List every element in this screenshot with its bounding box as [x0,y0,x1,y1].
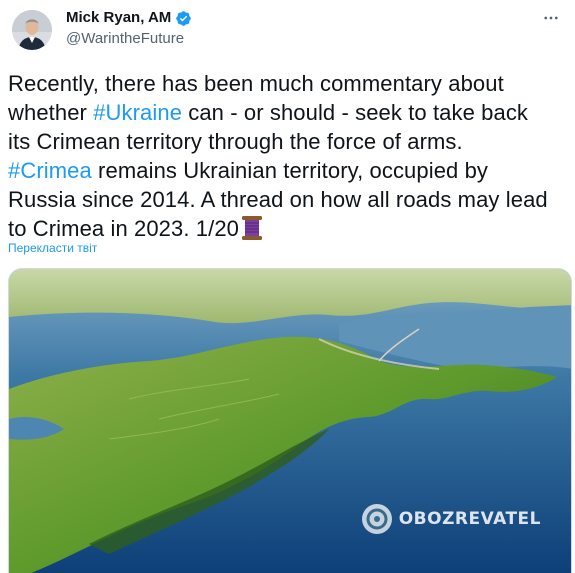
tweet-media-image[interactable]: OBOZREVATEL [8,268,572,573]
translate-tweet-link[interactable]: Перекласти твіт [8,240,97,256]
more-icon [544,16,558,20]
obozrevatel-logo-icon [361,504,392,534]
hashtag-ukraine-link[interactable]: #Ukraine [93,100,182,125]
tweet-text: Recently, there has been much commentary… [8,69,568,248]
tweet-line: Recently, there has been much commentary… [8,71,504,96]
tweet-text-span: to Crimea in 2023. 1/20 [8,216,239,241]
tweet-line: Russia since 2014. A thread on how all r… [8,187,548,212]
more-options-button[interactable] [541,8,561,28]
hashtag-crimea-link[interactable]: #Crimea [8,158,92,183]
author-name-row: Mick Ryan, AM [66,8,192,28]
tweet-text-span: remains Ukrainian territory, occupied by [91,158,489,183]
tweet-line: whether #Ukraine can - or should - seek … [8,98,568,127]
display-name[interactable]: Mick Ryan, AM [66,8,171,28]
tweet-line: #Crimea remains Ukrainian territory, occ… [8,156,568,185]
avatar[interactable] [12,10,52,50]
verified-badge-icon [175,10,192,27]
watermark-text: OBOZREVATEL [398,509,541,529]
tweet: Mick Ryan, AM @WarintheFuture Recently, … [0,0,575,573]
obozrevatel-watermark: OBOZREVATEL [361,503,541,535]
thread-spool-icon [241,215,263,248]
tweet-text-span: whether [8,100,94,125]
tweet-line: its Crimean territory through the force … [8,129,463,154]
author-handle[interactable]: @WarintheFuture [66,29,184,49]
tweet-text-span: can - or should - seek to take back [182,100,529,125]
